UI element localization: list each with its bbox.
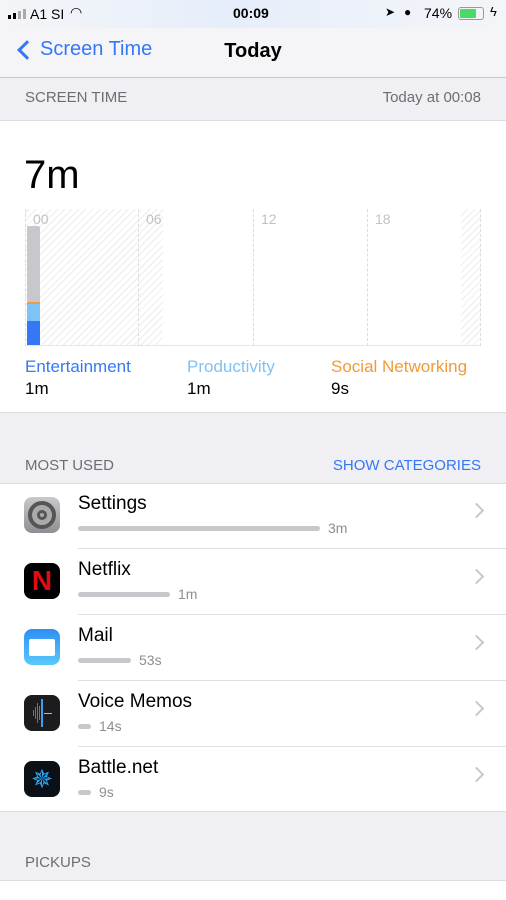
app-row[interactable]: Voice Memos 14s bbox=[0, 681, 506, 747]
category-time: 9s bbox=[331, 379, 349, 398]
category-label: Entertainment bbox=[25, 357, 131, 376]
gridline bbox=[253, 209, 254, 346]
most-used-list: Settings 3m N Netflix 1m Mail 53s Voice … bbox=[0, 483, 506, 812]
status-bar: A1 SI ◠ 00:09 ➤ ● 74% ϟ bbox=[0, 0, 506, 28]
usage-bar bbox=[78, 790, 91, 795]
alarm-icon: ● bbox=[404, 5, 412, 19]
chevron-right-icon bbox=[468, 568, 485, 585]
battery-percent: 74% bbox=[424, 5, 453, 21]
gridline bbox=[25, 209, 26, 346]
chevron-right-icon bbox=[468, 634, 485, 651]
usage-time: 14s bbox=[99, 718, 122, 734]
usage-time: 1m bbox=[178, 586, 198, 602]
usage-time: 53s bbox=[139, 652, 162, 668]
chevron-right-icon bbox=[468, 700, 485, 717]
downtime-region bbox=[25, 209, 163, 345]
netflix-icon: N bbox=[24, 563, 60, 599]
clock: 00:09 bbox=[233, 5, 269, 21]
voice-memos-icon bbox=[24, 695, 60, 731]
tick-label: 06 bbox=[146, 211, 162, 227]
pickups-header: PICKUPS bbox=[25, 854, 91, 871]
app-row[interactable]: Mail 53s bbox=[0, 615, 506, 681]
tick-label: 18 bbox=[375, 211, 391, 227]
show-categories-button[interactable]: SHOW CATEGORIES bbox=[333, 457, 481, 474]
charging-icon: ϟ bbox=[490, 4, 497, 19]
app-name: Voice Memos bbox=[78, 691, 193, 712]
app-name: Netflix bbox=[78, 559, 131, 580]
app-name: Mail bbox=[78, 625, 113, 646]
signal-icon bbox=[8, 9, 26, 19]
location-icon: ➤ bbox=[385, 5, 396, 19]
downtime-region bbox=[461, 209, 481, 345]
battlenet-icon: ✵ bbox=[24, 761, 60, 797]
usage-bar bbox=[78, 658, 131, 663]
settings-icon bbox=[24, 497, 60, 533]
bar-segment-social-networking bbox=[27, 301, 40, 305]
usage-bar bbox=[78, 592, 170, 597]
tick-label: 12 bbox=[261, 211, 277, 227]
carrier: A1 SI bbox=[30, 6, 65, 22]
wifi-icon: ◠ bbox=[70, 4, 83, 20]
most-used-header: MOST USED bbox=[25, 457, 114, 474]
category-productivity: Productivity 1m bbox=[187, 357, 275, 399]
category-entertainment: Entertainment 1m bbox=[25, 357, 131, 399]
usage-time: 9s bbox=[99, 784, 114, 800]
usage-chart: 00 06 12 18 bbox=[25, 209, 481, 346]
category-time: 1m bbox=[187, 379, 211, 398]
screen-time-header: SCREEN TIME bbox=[25, 89, 128, 106]
gridline bbox=[138, 209, 139, 346]
app-name: Settings bbox=[78, 493, 147, 514]
category-label: Social Networking bbox=[331, 357, 468, 376]
usage-bar bbox=[78, 526, 320, 531]
app-row[interactable]: ✵ Battle.net 9s bbox=[0, 747, 506, 813]
category-label: Productivity bbox=[187, 357, 275, 376]
gridline bbox=[367, 209, 368, 346]
pickups-card bbox=[0, 880, 506, 900]
updated-time: Today at 00:08 bbox=[382, 89, 481, 106]
gridline bbox=[480, 209, 481, 346]
navigation-bar: Screen Time Today bbox=[0, 28, 506, 78]
category-time: 1m bbox=[25, 379, 49, 398]
tick-label: 00 bbox=[33, 211, 49, 227]
category-social-networking: Social Networking 9s bbox=[331, 357, 467, 399]
chevron-right-icon bbox=[468, 766, 485, 783]
mail-icon bbox=[24, 629, 60, 665]
usage-time: 3m bbox=[328, 520, 348, 536]
page-title: Today bbox=[224, 40, 282, 62]
app-name: Battle.net bbox=[78, 757, 159, 778]
total-time: 7m bbox=[24, 153, 80, 197]
bar-segment-entertainment bbox=[27, 321, 40, 345]
battery-icon bbox=[458, 7, 484, 20]
app-row[interactable]: N Netflix 1m bbox=[0, 549, 506, 615]
app-row[interactable]: Settings 3m bbox=[0, 483, 506, 549]
usage-bar bbox=[78, 724, 91, 729]
chevron-right-icon bbox=[468, 502, 485, 519]
bar-segment-productivity bbox=[27, 304, 40, 322]
bar-segment-other bbox=[27, 226, 40, 302]
screen-time-card: 7m 00 06 12 18 Entertainment 1m Producti… bbox=[0, 120, 506, 413]
